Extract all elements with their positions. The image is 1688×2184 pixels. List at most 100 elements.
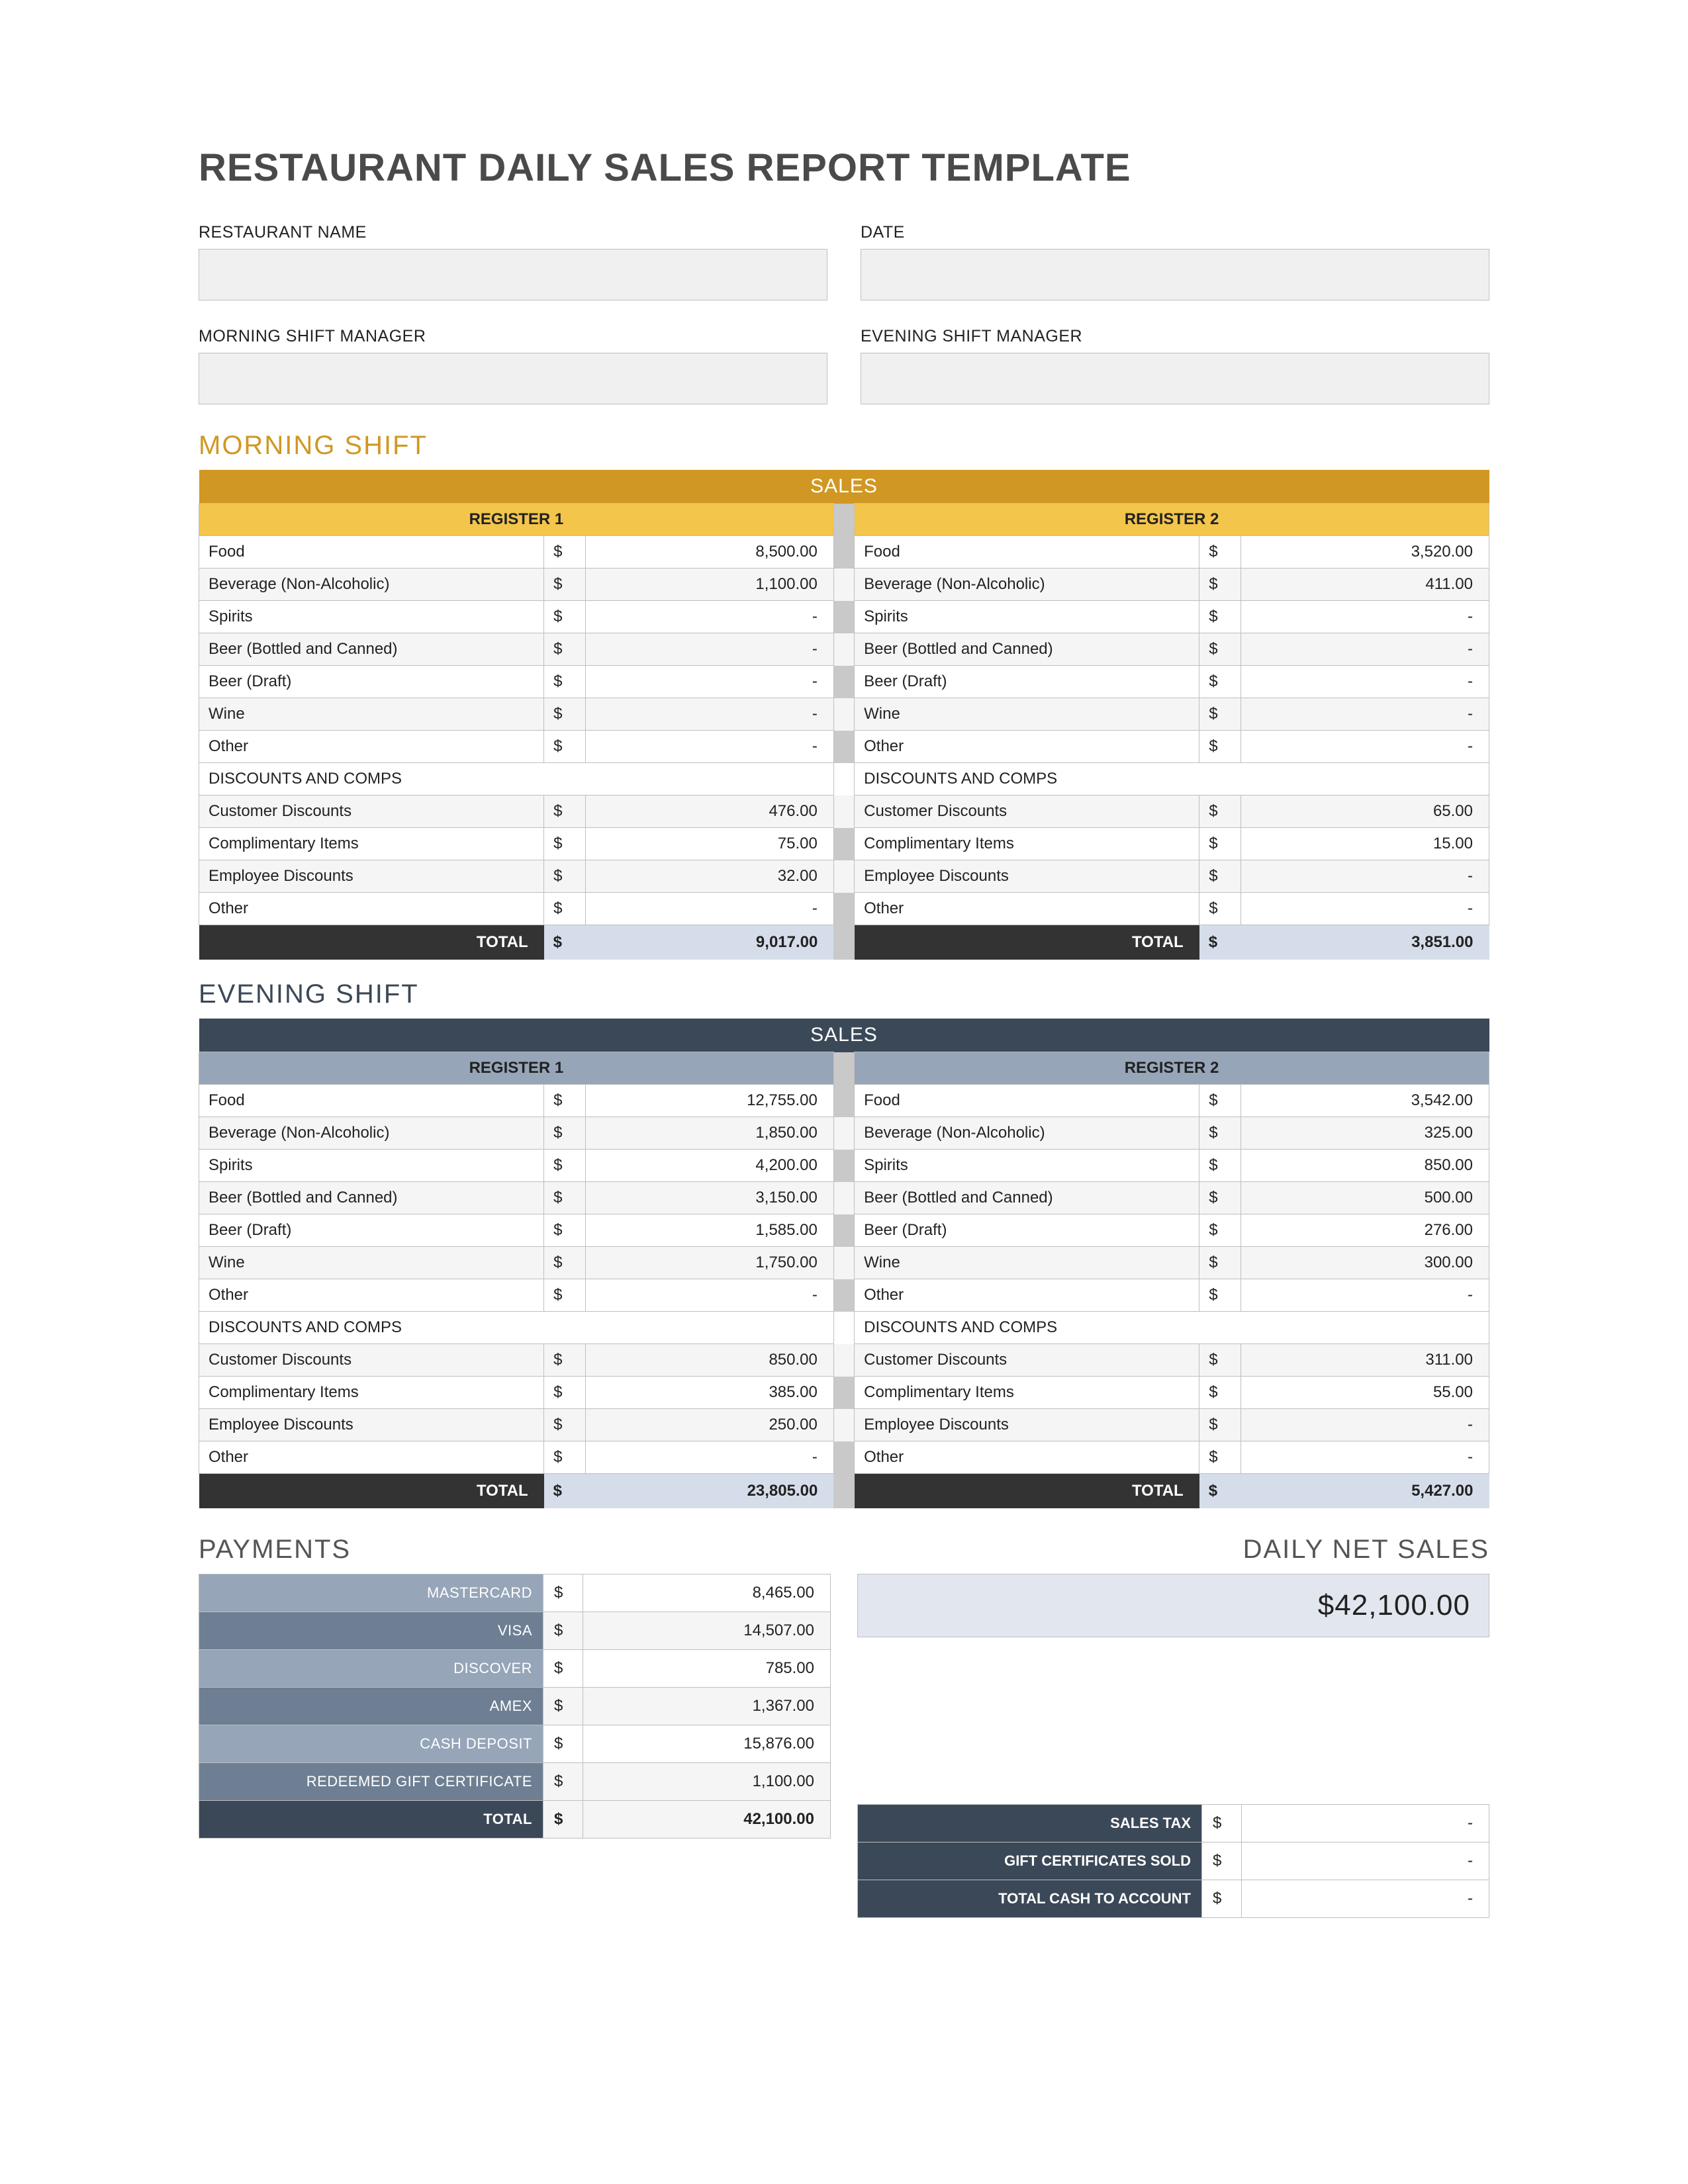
currency-symbol: $ [544, 1344, 586, 1377]
row-label: Other [855, 1441, 1199, 1474]
currency-symbol: $ [544, 1247, 586, 1279]
evening-reg2-cust-disc: 311.00 [1241, 1344, 1489, 1377]
currency-symbol: $ [544, 731, 586, 763]
currency-symbol: $ [543, 1612, 583, 1650]
payments-cash-val: 15,876.00 [583, 1725, 831, 1763]
currency-symbol: $ [1199, 893, 1241, 925]
row-label: Beer (Draft) [199, 1214, 544, 1247]
row-label: Food [199, 536, 544, 569]
morning-reg1-other-disc: - [585, 893, 833, 925]
currency-symbol: $ [1199, 828, 1241, 860]
currency-symbol: $ [543, 1801, 583, 1839]
currency-symbol: $ [544, 536, 586, 569]
gift-sold-label: GIFT CERTIFICATES SOLD [858, 1843, 1202, 1880]
currency-symbol: $ [544, 1182, 586, 1214]
currency-symbol: $ [543, 1574, 583, 1612]
row-label: Other [855, 893, 1199, 925]
row-label: Employee Discounts [199, 860, 544, 893]
evening-reg1-bev: 1,850.00 [585, 1117, 833, 1150]
evening-reg2-emp-disc: - [1241, 1409, 1489, 1441]
evening-reg1-spirits: 4,200.00 [585, 1150, 833, 1182]
morning-reg2-beer-bc: - [1241, 633, 1489, 666]
evening-reg1-beer-bc: 3,150.00 [585, 1182, 833, 1214]
evening-reg2-spirits: 850.00 [1241, 1150, 1489, 1182]
morning-register2-header: REGISTER 2 [855, 504, 1489, 536]
evening-reg2-food: 3,542.00 [1241, 1085, 1489, 1117]
morning-reg2-other-disc: - [1241, 893, 1489, 925]
currency-symbol: $ [1199, 698, 1241, 731]
morning-reg1-beer-draft: - [585, 666, 833, 698]
payments-cash-label: CASH DEPOSIT [199, 1725, 543, 1763]
payments-mastercard-label: MASTERCARD [199, 1574, 543, 1612]
evening-register1-header: REGISTER 1 [199, 1052, 834, 1085]
total-label: TOTAL [199, 925, 544, 960]
row-label: Customer Discounts [855, 796, 1199, 828]
row-label: Wine [855, 698, 1199, 731]
restaurant-name-input[interactable] [199, 249, 827, 300]
currency-symbol: $ [1199, 666, 1241, 698]
row-label: Customer Discounts [855, 1344, 1199, 1377]
morning-shift-header: MORNING SHIFT [199, 431, 1489, 461]
row-label: Beverage (Non-Alcoholic) [855, 1117, 1199, 1150]
row-label: Beer (Draft) [199, 666, 544, 698]
currency-symbol: $ [544, 796, 586, 828]
page-title: RESTAURANT DAILY SALES REPORT TEMPLATE [199, 146, 1489, 190]
row-label: Other [199, 731, 544, 763]
morning-reg1-spirits: - [585, 601, 833, 633]
evening-register2-header: REGISTER 2 [855, 1052, 1489, 1085]
currency-symbol: $ [544, 1214, 586, 1247]
payments-amex-val: 1,367.00 [583, 1688, 831, 1725]
evening-reg2-other-disc: - [1241, 1441, 1489, 1474]
row-label: Wine [199, 1247, 544, 1279]
sales-tax-val: - [1242, 1805, 1489, 1843]
evening-reg2-bev: 325.00 [1241, 1117, 1489, 1150]
row-label: Beer (Draft) [855, 666, 1199, 698]
total-cash-label: TOTAL CASH TO ACCOUNT [858, 1880, 1202, 1918]
currency-symbol: $ [1199, 569, 1241, 601]
row-label: Beer (Bottled and Canned) [855, 633, 1199, 666]
row-label: Beverage (Non-Alcoholic) [199, 569, 544, 601]
morning-reg2-cust-disc: 65.00 [1241, 796, 1489, 828]
evening-reg2-comp: 55.00 [1241, 1377, 1489, 1409]
date-input[interactable] [861, 249, 1489, 300]
field-row-managers: MORNING SHIFT MANAGER EVENING SHIFT MANA… [199, 327, 1489, 404]
evening-reg1-cust-disc: 850.00 [585, 1344, 833, 1377]
currency-symbol: $ [544, 1474, 586, 1509]
morning-reg2-other: - [1241, 731, 1489, 763]
evening-shift-header: EVENING SHIFT [199, 979, 1489, 1009]
discounts-header: DISCOUNTS AND COMPS [855, 763, 1489, 796]
currency-symbol: $ [544, 828, 586, 860]
row-label: Complimentary Items [199, 1377, 544, 1409]
row-label: Other [199, 893, 544, 925]
row-label: Employee Discounts [855, 860, 1199, 893]
date-label: DATE [861, 223, 1489, 242]
currency-symbol: $ [1202, 1805, 1242, 1843]
row-label: Other [199, 1279, 544, 1312]
row-label: Customer Discounts [199, 796, 544, 828]
currency-symbol: $ [1199, 1150, 1241, 1182]
currency-symbol: $ [544, 893, 586, 925]
payments-total-val: 42,100.00 [583, 1801, 831, 1839]
morning-shift-table: SALES REGISTER 1 REGISTER 2 Food$8,500.0… [199, 470, 1489, 960]
evening-mgr-label: EVENING SHIFT MANAGER [861, 327, 1489, 346]
discounts-header: DISCOUNTS AND COMPS [199, 763, 834, 796]
currency-symbol: $ [543, 1763, 583, 1801]
currency-symbol: $ [1202, 1880, 1242, 1918]
daily-net-sales-value: $42,100.00 [857, 1574, 1489, 1637]
row-label: Employee Discounts [855, 1409, 1199, 1441]
row-label: Beverage (Non-Alcoholic) [199, 1117, 544, 1150]
total-cash-val: - [1242, 1880, 1489, 1918]
morning-reg1-beer-bc: - [585, 633, 833, 666]
morning-mgr-input[interactable] [199, 353, 827, 404]
row-label: Wine [199, 698, 544, 731]
evening-mgr-input[interactable] [861, 353, 1489, 404]
morning-reg1-cust-disc: 476.00 [585, 796, 833, 828]
morning-reg1-other: - [585, 731, 833, 763]
sales-tax-label: SALES TAX [858, 1805, 1202, 1843]
row-label: Wine [855, 1247, 1199, 1279]
evening-reg2-total: 5,427.00 [1241, 1474, 1489, 1509]
total-label: TOTAL [855, 925, 1199, 960]
currency-symbol: $ [1199, 1344, 1241, 1377]
evening-reg1-emp-disc: 250.00 [585, 1409, 833, 1441]
row-label: Spirits [855, 1150, 1199, 1182]
